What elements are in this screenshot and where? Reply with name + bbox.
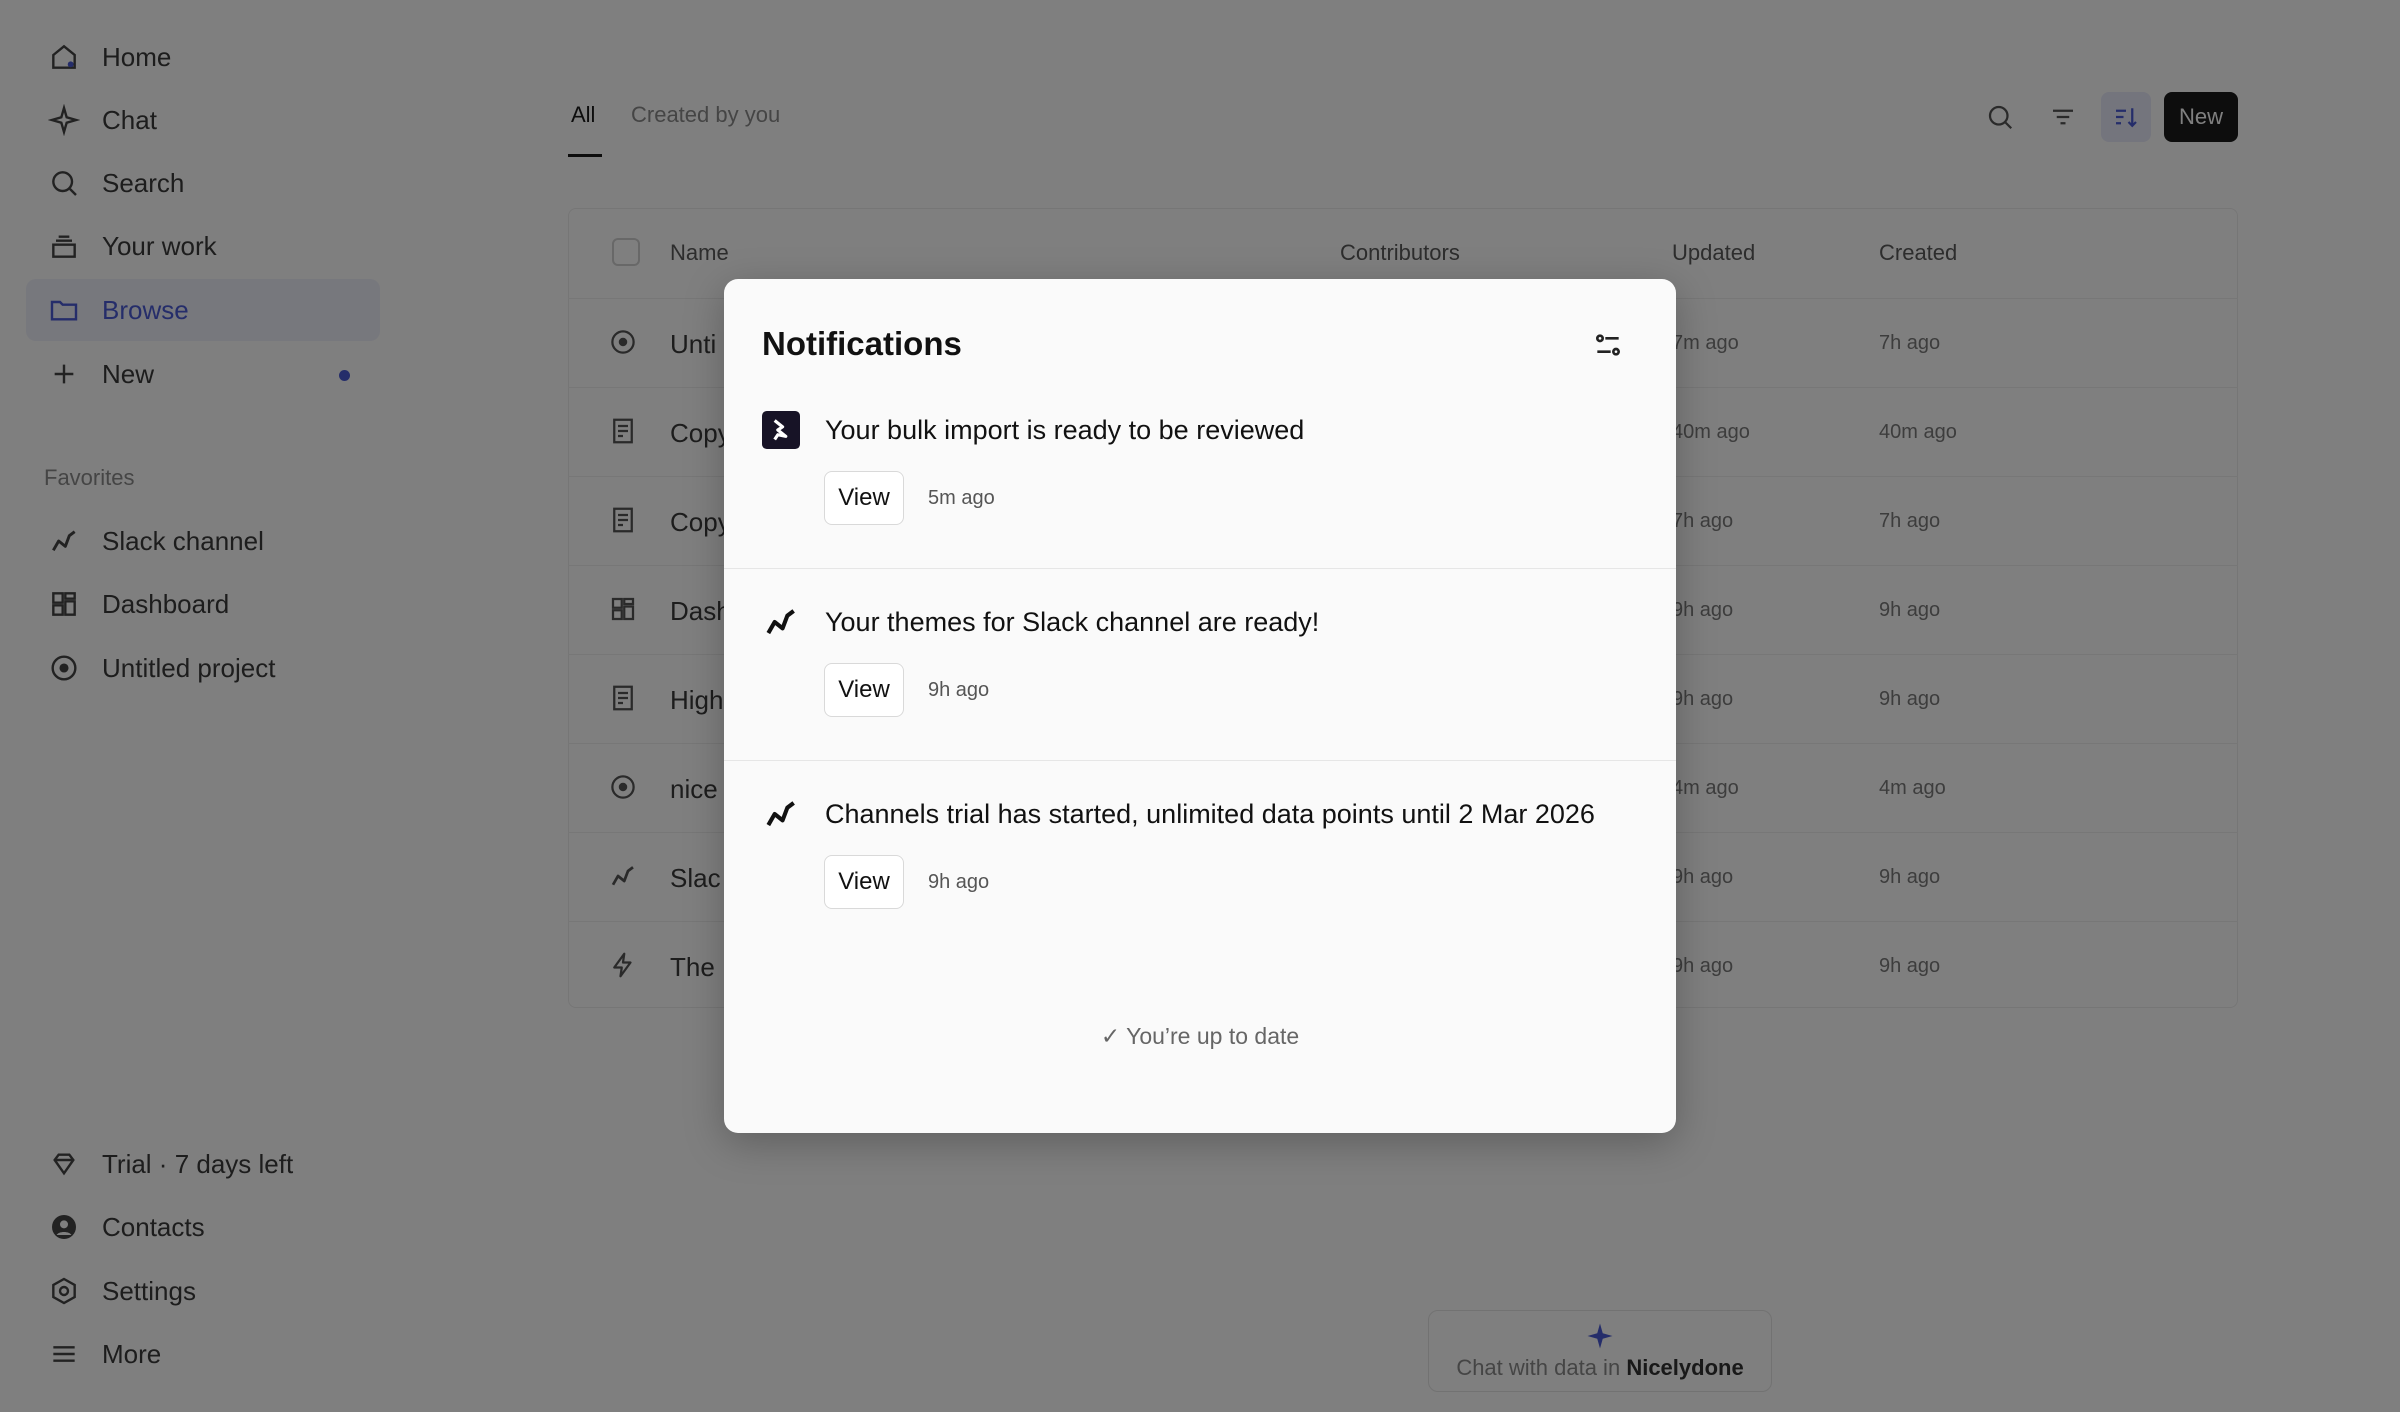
dialog-title: Notifications xyxy=(762,325,962,362)
checkmark-icon: ✓ xyxy=(1100,1023,1121,1049)
notification-item: Your themes for Slack channel are ready!… xyxy=(724,569,1676,761)
notification-time: 9h ago xyxy=(928,679,990,701)
notifications-dialog: Notifications Your bulk import is ready … xyxy=(724,279,1676,1133)
up-to-date-status: ✓ You’re up to date xyxy=(724,1023,1676,1050)
notification-time: 9h ago xyxy=(928,871,990,893)
view-button[interactable]: View xyxy=(824,471,904,525)
notification-item: Your bulk import is ready to be reviewed… xyxy=(724,377,1676,569)
view-button[interactable]: View xyxy=(824,663,904,717)
notification-item: Channels trial has started, unlimited da… xyxy=(724,761,1676,953)
trend-icon xyxy=(762,795,800,833)
sliders-icon xyxy=(1596,334,1620,356)
notification-time: 5m ago xyxy=(928,487,995,509)
notification-settings-button[interactable] xyxy=(1588,325,1628,365)
notification-text: Channels trial has started, unlimited da… xyxy=(825,799,1595,829)
view-button[interactable]: View xyxy=(824,855,904,909)
notification-text: Your themes for Slack channel are ready! xyxy=(825,607,1320,637)
trend-icon xyxy=(762,603,800,641)
notification-text: Your bulk import is ready to be reviewed xyxy=(825,415,1305,445)
up-to-date-text: You’re up to date xyxy=(1126,1023,1300,1049)
app-logo-icon xyxy=(762,411,800,449)
